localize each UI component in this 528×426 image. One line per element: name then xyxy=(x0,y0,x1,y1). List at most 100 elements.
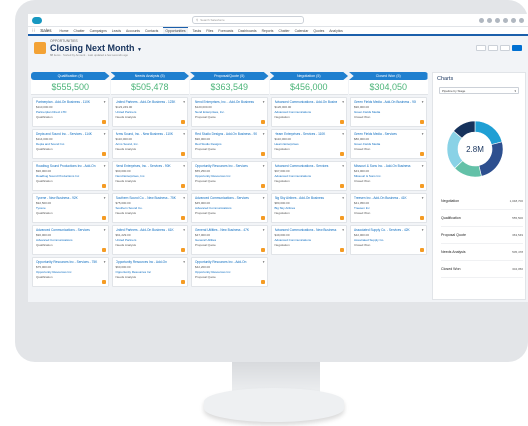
card-title[interactable]: Nend Enterprises, Inc. - Add-On Business xyxy=(195,100,257,104)
card-title[interactable]: Roadbug Sound Productions Inc - Add-On xyxy=(36,164,98,168)
opportunity-card[interactable]: Depta and Sound Inc. - Services - 114K $1… xyxy=(32,129,109,159)
opportunity-card[interactable]: Advanced Communications - Services $45,00… xyxy=(191,193,268,223)
opportunity-card[interactable]: Tycene - New Business - 92K $92,500.00 Tyc… xyxy=(32,193,109,223)
card-title[interactable]: Hearn Enterprises - Services - 110K xyxy=(275,132,337,136)
card-title[interactable]: Advanced Communications - Services xyxy=(195,196,257,200)
search-input[interactable]: ⚲ Search Salesforce xyxy=(192,16,304,24)
card-account[interactable]: Green Fields Media xyxy=(354,142,423,146)
opportunity-card[interactable]: Opportunity Resources Inc - Services - 7… xyxy=(32,257,109,287)
card-menu-icon[interactable]: ▾ xyxy=(263,164,265,168)
nav-item-home[interactable]: Home xyxy=(59,29,68,33)
settings-button[interactable] xyxy=(476,45,486,51)
card-menu-icon[interactable]: ▾ xyxy=(422,100,424,104)
card-title[interactable]: General Utilities - New Business - 47K xyxy=(195,228,257,232)
card-title[interactable]: Advanced Communications - Services xyxy=(36,228,98,232)
card-menu-icon[interactable]: ▾ xyxy=(263,260,265,264)
card-title[interactable]: Partnerplan - Add-On Business - 110K xyxy=(36,100,98,104)
stage-header[interactable]: Proposal/Quote (5) xyxy=(190,72,269,80)
opportunity-card[interactable]: Arms Sound, Inc. - New Business - 110K $1… xyxy=(111,129,188,159)
page-title[interactable]: Closing Next Month ▼ xyxy=(50,43,142,53)
opportunity-card[interactable]: Advanced Communications - Services $97,00… xyxy=(270,161,347,191)
card-title[interactable]: Advanced Communications - Add-On Busines… xyxy=(275,100,337,104)
nav-item-reports[interactable]: Reports xyxy=(262,29,274,33)
card-title[interactable]: Nend Enterprises, Inc. - Services - 90K xyxy=(116,164,178,168)
nav-item-tasks[interactable]: Tasks xyxy=(193,29,202,33)
card-title[interactable]: Depta and Sound Inc. - Services - 114K xyxy=(36,132,98,136)
card-menu-icon[interactable]: ▾ xyxy=(342,100,344,104)
card-menu-icon[interactable]: ▾ xyxy=(422,196,424,200)
display-as-button[interactable] xyxy=(488,45,498,51)
card-menu-icon[interactable]: ▾ xyxy=(183,164,185,168)
opportunity-card[interactable]: Red Studio Designs - Add-On Business - 9… xyxy=(191,129,268,159)
card-menu-icon[interactable]: ▾ xyxy=(183,132,185,136)
card-title[interactable]: Missouri & Sons Inc. - Add-On Business xyxy=(354,164,416,168)
opportunity-card[interactable]: Opportunity Resources Inc - Add-On $60,00… xyxy=(111,257,188,287)
card-menu-icon[interactable]: ▾ xyxy=(422,132,424,136)
nav-item-contacts[interactable]: Contacts xyxy=(145,29,158,33)
nav-item-quotes[interactable]: Quotes xyxy=(313,29,324,33)
card-title[interactable]: Red Studio Designs - Add-On Business - 9… xyxy=(195,132,257,136)
help-icon[interactable] xyxy=(495,17,500,23)
card-menu-icon[interactable]: ▾ xyxy=(342,164,344,168)
card-menu-icon[interactable]: ▾ xyxy=(104,132,106,136)
card-account[interactable]: Missouri & Sons Inc. xyxy=(354,174,423,178)
card-title[interactable]: Opportunity Resources Inc - Add-On xyxy=(195,260,257,264)
stage-header[interactable]: Closed Won (5) xyxy=(349,72,428,80)
salesforce-logo[interactable] xyxy=(32,16,42,24)
card-menu-icon[interactable]: ▾ xyxy=(263,228,265,232)
nav-item-leads[interactable]: Leads xyxy=(112,29,121,33)
card-menu-icon[interactable]: ▾ xyxy=(183,228,185,232)
nav-item-analytics[interactable]: Analytics xyxy=(329,29,343,33)
avatar[interactable] xyxy=(519,17,524,23)
card-menu-icon[interactable]: ▾ xyxy=(263,132,265,136)
card-menu-icon[interactable]: ▾ xyxy=(104,100,106,104)
stage-header[interactable]: Needs Analysis (5) xyxy=(110,72,189,80)
card-account[interactable]: United Partners xyxy=(116,238,185,242)
card-title[interactable]: Southern Sound Co. - New Business - 75K xyxy=(116,196,178,200)
card-account[interactable]: Big Sky Airlines xyxy=(275,206,344,210)
card-account[interactable]: Green Fields Media xyxy=(354,110,423,114)
nav-item-dashboards[interactable]: Dashboards xyxy=(238,29,256,33)
stage-header[interactable]: Negotiation (5) xyxy=(269,72,348,80)
nav-item-opportunities[interactable]: Opportunities xyxy=(163,27,188,34)
opportunity-card[interactable]: Advanced Communications - Add-On Busines… xyxy=(270,97,347,127)
card-account[interactable]: Red Studio Designs xyxy=(195,142,264,146)
add-icon[interactable] xyxy=(487,17,492,23)
opportunity-card[interactable]: Associated Supply Co. - Services - 42K $4… xyxy=(350,225,427,255)
card-title[interactable]: Advanced Communications - Services xyxy=(275,164,337,168)
opportunity-card[interactable]: Nend Enterprises, Inc. - Services - 90K $… xyxy=(111,161,188,191)
card-account[interactable]: Opportunity Resources Inc xyxy=(195,174,264,178)
card-account[interactable]: Advanced Communications xyxy=(195,206,264,210)
opportunity-card[interactable]: Partnerplan - Add-On Business - 110K $110… xyxy=(32,97,109,127)
opportunity-card[interactable]: Nend Enterprises, Inc. - Add-On Business… xyxy=(191,97,268,127)
card-account[interactable]: Depta and Sound Inc. xyxy=(36,142,105,146)
donut-slice[interactable] xyxy=(474,120,503,146)
card-account[interactable]: Arms Sound, Inc. xyxy=(116,142,185,146)
card-account[interactable]: Southern Sound Co. xyxy=(116,206,185,210)
nav-item-campaigns[interactable]: Campaigns xyxy=(90,29,107,33)
chart-type-select[interactable]: Pipeline by Stage ▾ xyxy=(439,87,519,94)
chart-toggle-button[interactable] xyxy=(512,45,522,51)
card-title[interactable]: Associated Supply Co. - Services - 42K xyxy=(354,228,416,232)
card-account[interactable]: Tycene xyxy=(36,206,105,210)
card-account[interactable]: Nend Enterprises, Inc. xyxy=(195,110,264,114)
opportunity-card[interactable]: Roadbug Sound Productions Inc - Add-On $9… xyxy=(32,161,109,191)
favorites-icon[interactable] xyxy=(479,17,484,23)
gear-icon[interactable] xyxy=(503,17,508,23)
card-title[interactable]: Advanced Communications - New Business xyxy=(275,228,337,232)
card-menu-icon[interactable]: ▾ xyxy=(183,260,185,264)
opportunity-card[interactable]: Opportunity Resources Inc - Add-On $42,20… xyxy=(191,257,268,287)
card-account[interactable]: Opportunity Resources Inc xyxy=(36,270,105,274)
card-menu-icon[interactable]: ▾ xyxy=(104,164,106,168)
card-title[interactable]: Big Sky Airlines - Add-On Business xyxy=(275,196,337,200)
card-account[interactable]: Advanced Communications xyxy=(275,174,344,178)
card-account[interactable]: Nend Enterprises, Inc. xyxy=(116,174,185,178)
opportunity-card[interactable]: Big Sky Airlines - Add-On Business $80,00… xyxy=(270,193,347,223)
card-title[interactable]: Opportunity Resources Inc - Add-On xyxy=(116,260,178,264)
card-menu-icon[interactable]: ▾ xyxy=(342,132,344,136)
card-account[interactable]: Advanced Communications xyxy=(36,238,105,242)
card-title[interactable]: United Partners - Add-On Business - 61K xyxy=(116,228,178,232)
card-menu-icon[interactable]: ▾ xyxy=(104,228,106,232)
nav-item-chatter[interactable]: Chatter xyxy=(278,29,289,33)
card-account[interactable]: United Partners xyxy=(116,110,185,114)
